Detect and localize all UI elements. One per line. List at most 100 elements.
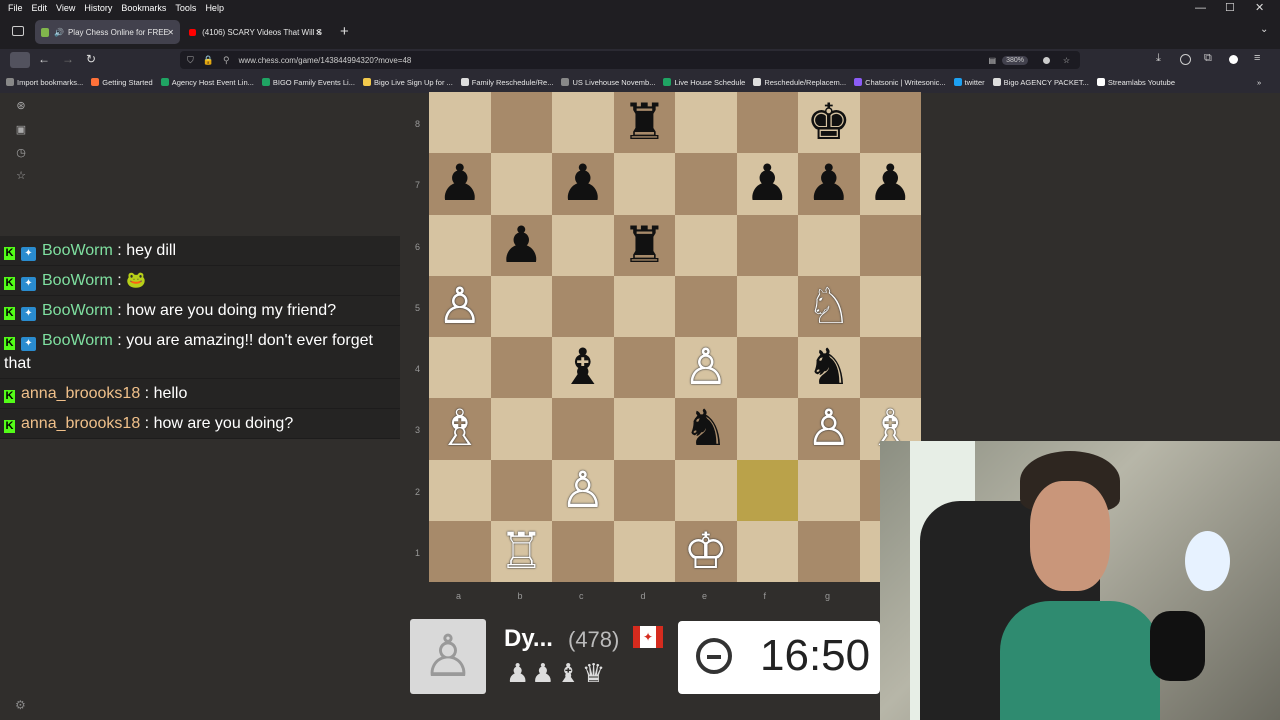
tab-overview-icon[interactable] [12, 26, 24, 36]
menu-item-tools[interactable]: Tools [175, 3, 196, 13]
lock-icon[interactable]: 🔒 [203, 55, 214, 66]
square-d5[interactable] [613, 275, 675, 337]
address-bar[interactable]: ⛉ 🔒 ⚲ www.chess.com/game/143844994320?mo… [180, 51, 1080, 69]
url-text[interactable]: www.chess.com/game/143844994320?move=48 [239, 56, 412, 65]
chat-username[interactable]: BooWorm [42, 302, 113, 319]
white-pawn-c2[interactable]: ♙ [552, 460, 614, 521]
square-f4[interactable] [736, 337, 798, 399]
square-e7[interactable] [675, 153, 737, 215]
black-pawn-a7[interactable]: ♟ [429, 153, 491, 214]
menu-item-file[interactable]: File [8, 3, 23, 13]
new-tab-button[interactable]: + [340, 23, 349, 40]
bookmark-item[interactable]: Reschedule/Replacem... [753, 78, 846, 87]
chess-board[interactable]: ♜ ♚ ♟ ♟ ♟ ♟ ♟ ♟ ♜ ♙ ♘ ♝ ♙ ♞ ♗ ♞ ♙ ♗ ♙ ♖ ♔ [429, 92, 921, 582]
square-g1[interactable] [798, 520, 860, 582]
downloads-icon[interactable]: ⤓ [1156, 52, 1161, 65]
square-b5[interactable] [490, 275, 552, 337]
square-f6[interactable] [736, 214, 798, 276]
black-rook-d6[interactable]: ♜ [614, 215, 676, 276]
square-f3[interactable] [736, 398, 798, 460]
menu-item-history[interactable]: History [84, 3, 112, 13]
black-pawn-c7[interactable]: ♟ [552, 153, 614, 214]
square-d1[interactable] [613, 520, 675, 582]
bookmark-item[interactable]: Family Reschedule/Re... [460, 78, 553, 87]
square-d7[interactable] [613, 153, 675, 215]
extension-dot-icon[interactable] [1043, 56, 1050, 64]
white-pawn-e4[interactable]: ♙ [675, 337, 737, 398]
square-e6[interactable] [675, 214, 737, 276]
more-bookmarks-icon[interactable]: » [1257, 78, 1261, 87]
menu-item-help[interactable]: Help [205, 3, 224, 13]
square-b3[interactable] [490, 398, 552, 460]
extensions-icon[interactable]: ⧉ [1204, 52, 1212, 65]
profile-dot-icon[interactable] [1229, 55, 1238, 64]
maximize-window-icon[interactable]: ☐ [1225, 0, 1235, 15]
black-pawn-b6[interactable]: ♟ [491, 215, 553, 276]
minimize-window-icon[interactable]: — [1195, 0, 1206, 15]
square-c8[interactable] [552, 92, 614, 154]
bookmark-item[interactable]: Chatsonic | Writesonic... [854, 78, 946, 87]
menu-item-bookmarks[interactable]: Bookmarks [121, 3, 166, 13]
square-g6[interactable] [798, 214, 860, 276]
bookmark-item[interactable]: Import bookmarks... [6, 78, 83, 87]
player-avatar[interactable]: ♙ [410, 619, 486, 694]
close-window-icon[interactable]: ✕ [1255, 0, 1264, 15]
bookmark-item[interactable]: US Livehouse Novemb... [561, 78, 655, 87]
square-f2[interactable] [736, 459, 798, 521]
white-pawn-a5[interactable]: ♙ [429, 276, 491, 337]
square-e5[interactable] [675, 275, 737, 337]
white-bishop-a3[interactable]: ♗ [429, 398, 491, 459]
account-icon[interactable] [1180, 54, 1191, 65]
square-h5[interactable] [859, 275, 921, 337]
square-c6[interactable] [552, 214, 614, 276]
black-pawn-h7[interactable]: ♟ [860, 153, 922, 214]
square-h6[interactable] [859, 214, 921, 276]
white-king-e1[interactable]: ♔ [675, 521, 737, 582]
bookmark-item[interactable]: twitter [953, 78, 985, 87]
square-c5[interactable] [552, 275, 614, 337]
chat-username[interactable]: BooWorm [42, 332, 113, 349]
square-e2[interactable] [675, 459, 737, 521]
tab-chess[interactable]: 🔊 Play Chess Online for FREE ✕ [35, 20, 180, 44]
menu-item-edit[interactable]: Edit [32, 3, 48, 13]
bookmark-star-icon[interactable]: ☆ [1063, 56, 1070, 65]
square-e8[interactable] [675, 92, 737, 154]
square-d3[interactable] [613, 398, 675, 460]
square-b7[interactable] [490, 153, 552, 215]
square-b8[interactable] [490, 92, 552, 154]
bookmark-item[interactable]: Bigo AGENCY PACKET... [992, 78, 1089, 87]
square-a1[interactable] [429, 520, 491, 582]
player-name[interactable]: Dy... [504, 625, 553, 653]
square-f8[interactable] [736, 92, 798, 154]
square-f5[interactable] [736, 275, 798, 337]
square-f1[interactable] [736, 520, 798, 582]
menu-item-view[interactable]: View [56, 3, 75, 13]
white-knight-g5[interactable]: ♘ [798, 276, 860, 337]
reload-icon[interactable]: ↻ [86, 52, 96, 66]
chat-username[interactable]: anna_broooks18 [21, 415, 140, 432]
black-pawn-f7[interactable]: ♟ [737, 153, 799, 214]
zoom-level[interactable]: 380% [1002, 55, 1028, 65]
bookmark-item[interactable]: Streamlabs Youtube [1096, 78, 1175, 87]
forward-icon[interactable]: → [62, 52, 74, 66]
bookmark-item[interactable]: Bigo Live Sign Up for ... [362, 78, 453, 87]
square-b4[interactable] [490, 337, 552, 399]
chat-username[interactable]: BooWorm [42, 272, 113, 289]
chat-username[interactable]: BooWorm [42, 242, 113, 259]
square-a8[interactable] [429, 92, 491, 154]
bookmark-item[interactable]: Live House Schedule [663, 78, 745, 87]
ai-chatbot-icon[interactable]: ⊛ [15, 100, 27, 112]
square-h4[interactable] [859, 337, 921, 399]
settings-gear-icon[interactable]: ⚙ [15, 698, 26, 712]
black-king-g8[interactable]: ♚ [798, 92, 860, 153]
square-c1[interactable] [552, 520, 614, 582]
history-icon[interactable]: ◷ [15, 147, 27, 159]
black-knight-e3[interactable]: ♞ [675, 398, 737, 459]
square-h8[interactable] [859, 92, 921, 154]
square-a6[interactable] [429, 214, 491, 276]
bookmark-item[interactable]: Agency Host Event Lin... [160, 78, 254, 87]
black-pawn-g7[interactable]: ♟ [798, 153, 860, 214]
bookmarks-icon[interactable]: ☆ [15, 170, 27, 182]
menu-icon[interactable]: ≡ [1254, 52, 1260, 64]
white-pawn-g3[interactable]: ♙ [798, 398, 860, 459]
